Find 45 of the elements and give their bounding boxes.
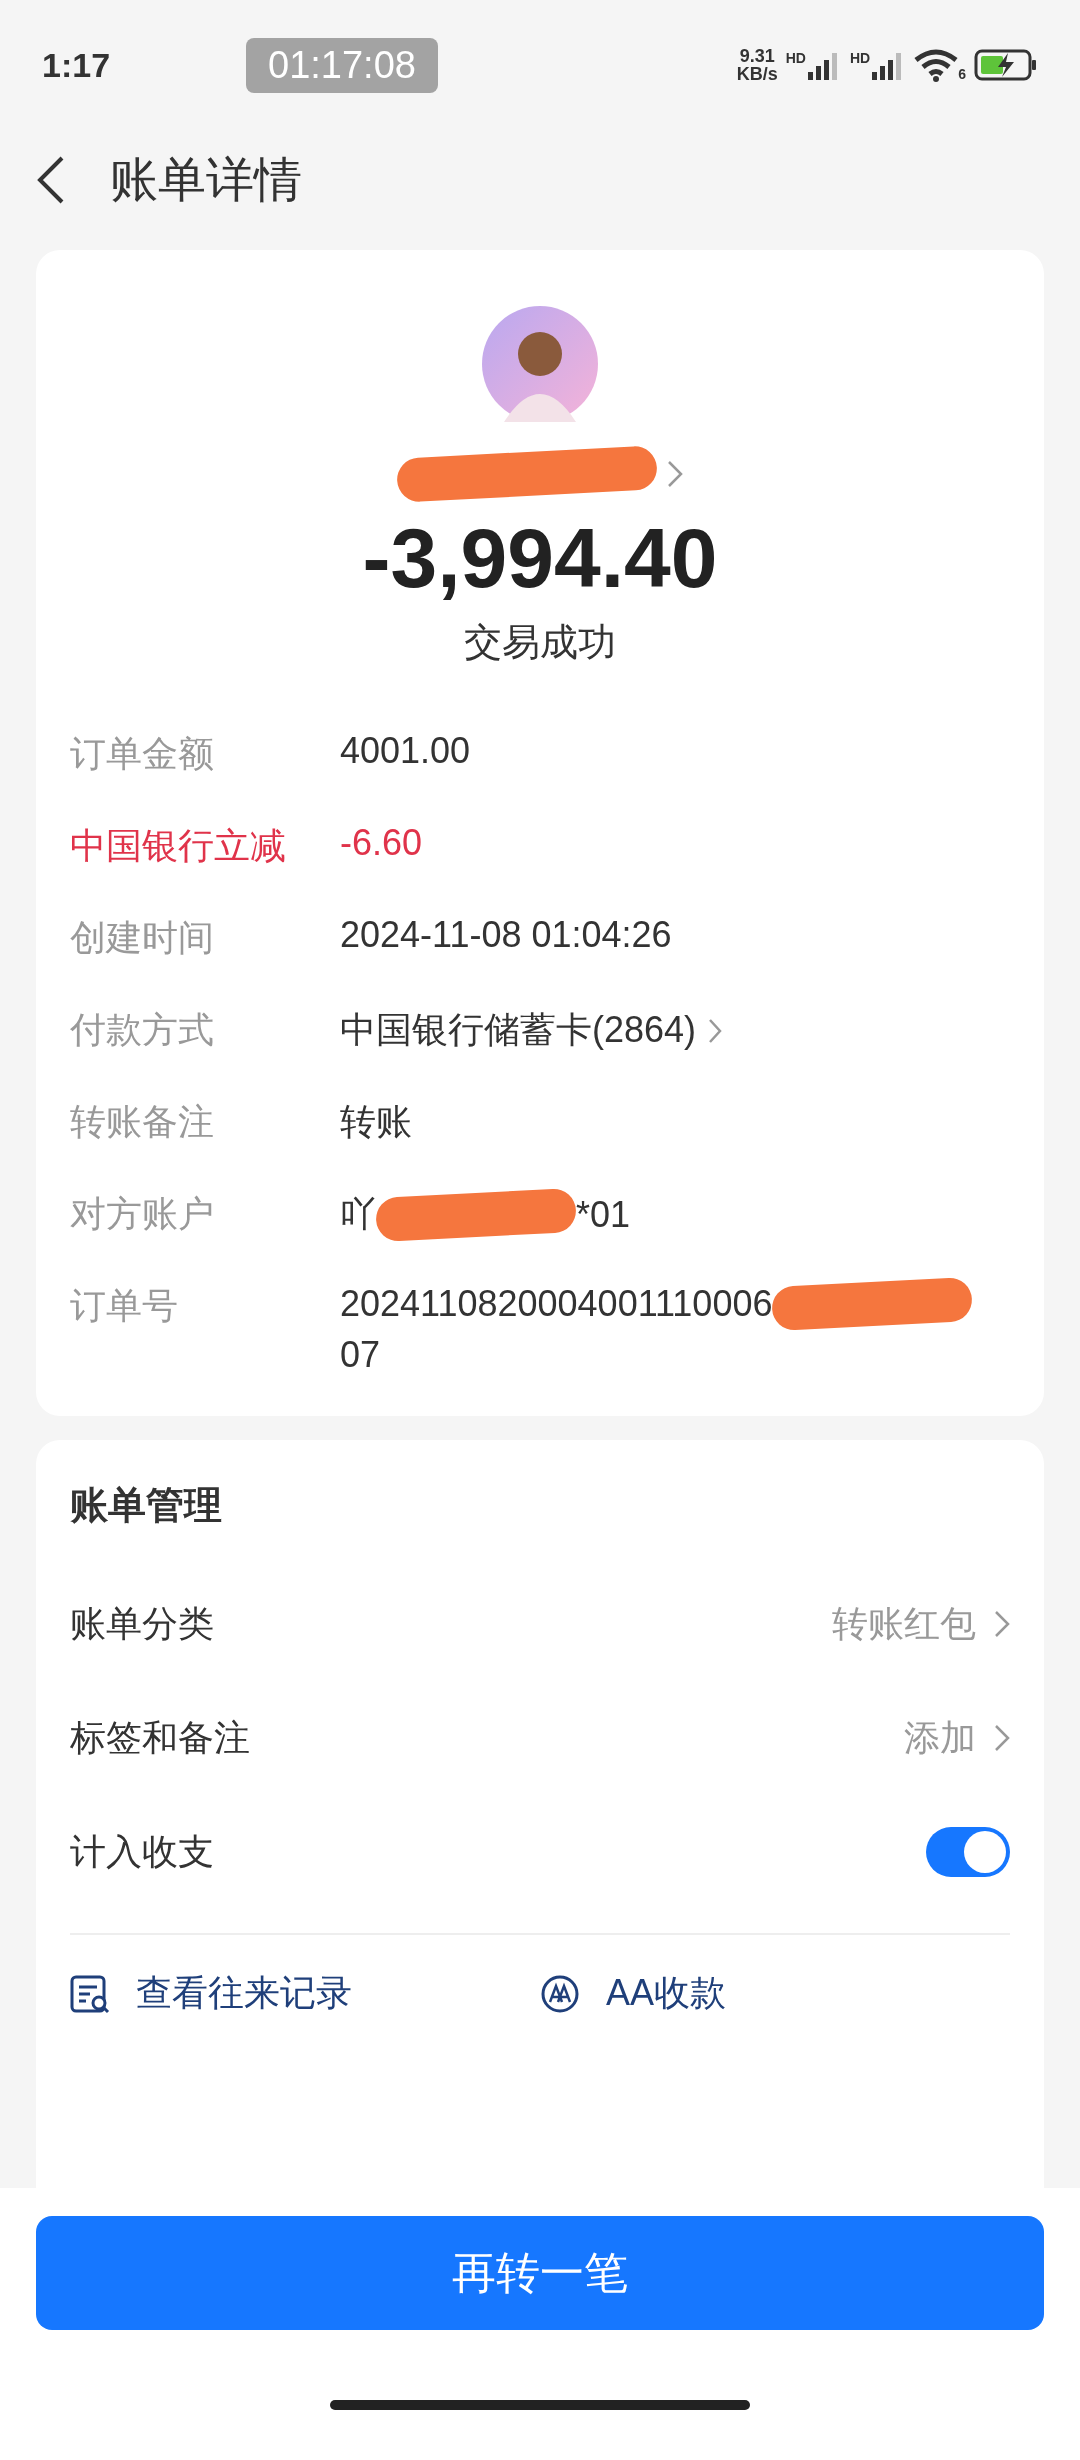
detail-label: 中国银行立减: [70, 824, 287, 868]
page-title: 账单详情: [110, 152, 302, 208]
detail-label: 对方账户: [70, 1192, 215, 1236]
detail-value: 2024-11-08 01:04:26: [340, 914, 672, 956]
detail-label: 创建时间: [70, 916, 215, 960]
detail-label: 订单号: [70, 1284, 179, 1328]
detail-value: 2024110820004001110006: [340, 1283, 773, 1325]
amount: -3,994.40: [362, 510, 718, 607]
chevron-icon[interactable]: [667, 460, 683, 488]
back-icon[interactable]: [36, 155, 66, 205]
transfer-again-button[interactable]: 再转一笔: [36, 2216, 1044, 2330]
detail-value: 吖: [340, 1192, 376, 1236]
detail-value: 4001.00: [340, 730, 471, 772]
detail-value: 转账: [340, 1100, 412, 1144]
toggle-switch[interactable]: [926, 1827, 1010, 1877]
network-speed: 9.31: [739, 47, 775, 65]
setting-value[interactable]: 添加: [904, 1713, 976, 1763]
status-time: 1:17: [42, 45, 112, 85]
detail-label: 转账备注: [70, 1100, 215, 1144]
detail-value: 中国银行储蓄卡(2864): [340, 1008, 697, 1052]
network-speed-unit: KB/s: [736, 65, 778, 83]
setting-label: 账单分类: [70, 1601, 214, 1646]
detail-value: 07: [340, 1334, 381, 1376]
chevron-icon[interactable]: [708, 1017, 723, 1044]
clock-chip: 01:17:08: [246, 37, 438, 93]
record-search-icon[interactable]: [70, 1973, 110, 2014]
wifi-label: 6: [958, 66, 966, 82]
action-link[interactable]: AA收款: [606, 1969, 727, 2018]
detail-label: 付款方式: [70, 1008, 215, 1052]
transaction-status: 交易成功: [464, 620, 616, 665]
hd-label: HD: [785, 50, 806, 66]
battery-charging-icon: [974, 49, 1038, 81]
setting-value[interactable]: 转账红包: [832, 1599, 976, 1649]
action-link[interactable]: 查看往来记录: [136, 1969, 352, 2018]
split-bill-icon[interactable]: [540, 1973, 580, 2014]
wifi-icon: [914, 48, 959, 82]
chevron-icon[interactable]: [994, 1724, 1010, 1752]
chevron-icon[interactable]: [994, 1610, 1010, 1638]
detail-value: -6.60: [340, 822, 423, 864]
setting-label: 标签和备注: [70, 1715, 250, 1760]
detail-label: 订单金额: [70, 732, 215, 776]
section-title: 账单管理: [70, 1483, 223, 1528]
setting-label: 计入收支: [70, 1829, 214, 1874]
hd-label: HD: [849, 50, 871, 66]
detail-value: *01: [576, 1193, 631, 1236]
